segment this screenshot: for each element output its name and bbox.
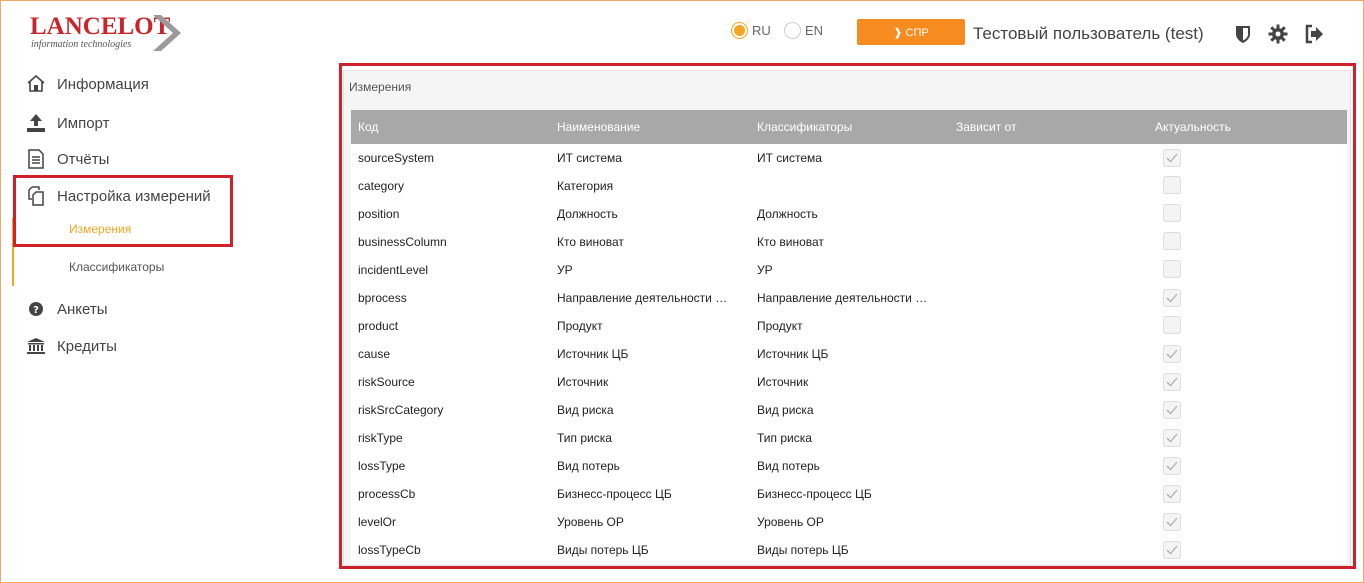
lang-en-option[interactable]: EN bbox=[784, 22, 823, 39]
sidebar-item-label: Импорт bbox=[57, 114, 110, 132]
lang-en-label: EN bbox=[805, 23, 824, 38]
logo-text: LANCELOT bbox=[30, 13, 171, 40]
upload-icon bbox=[26, 113, 46, 133]
lang-ru-radio[interactable] bbox=[731, 22, 748, 39]
header: LANCELOT information technologies RU EN … bbox=[0, 0, 1364, 60]
sidebar-item-import[interactable]: Импорт bbox=[26, 113, 109, 133]
svg-text:?: ? bbox=[33, 305, 39, 316]
sidebar-item-label: Отчёты bbox=[57, 150, 110, 168]
sidebar-item-questionnaires[interactable]: ? Анкеты bbox=[26, 299, 108, 319]
sidebar-item-info[interactable]: Информация bbox=[26, 74, 149, 94]
sidebar bbox=[0, 60, 330, 583]
user-name[interactable]: Тестовый пользователь (test) bbox=[973, 24, 1204, 44]
highlight-box-sidebar bbox=[13, 175, 233, 247]
logout-icon[interactable] bbox=[1304, 24, 1324, 44]
bank-icon bbox=[26, 336, 46, 356]
question-icon: ? bbox=[26, 299, 46, 319]
home-icon bbox=[26, 74, 46, 94]
sidebar-item-label: Анкеты bbox=[57, 300, 108, 318]
spr-button-label: ❱ СПР bbox=[893, 26, 929, 39]
lang-en-radio[interactable] bbox=[784, 22, 801, 39]
sidebar-subitem-classifiers[interactable]: Классификаторы bbox=[69, 260, 164, 274]
sidebar-item-reports[interactable]: Отчёты bbox=[26, 149, 109, 169]
sidebar-item-label: Информация bbox=[57, 75, 149, 93]
logo[interactable]: LANCELOT information technologies bbox=[30, 13, 190, 51]
sidebar-item-credits[interactable]: Кредиты bbox=[26, 336, 117, 356]
shield-icon[interactable] bbox=[1233, 24, 1253, 44]
lang-ru-option[interactable]: RU bbox=[731, 22, 771, 39]
logo-subtitle: information technologies bbox=[31, 39, 132, 50]
sidebar-item-label: Кредиты bbox=[57, 337, 117, 355]
highlight-box-panel bbox=[339, 63, 1356, 569]
gear-icon[interactable] bbox=[1268, 24, 1288, 44]
lang-ru-label: RU bbox=[752, 23, 771, 38]
report-icon bbox=[26, 149, 46, 169]
spr-button[interactable]: ❱ СПР bbox=[857, 19, 965, 45]
logo-arrow-icon bbox=[153, 15, 181, 51]
